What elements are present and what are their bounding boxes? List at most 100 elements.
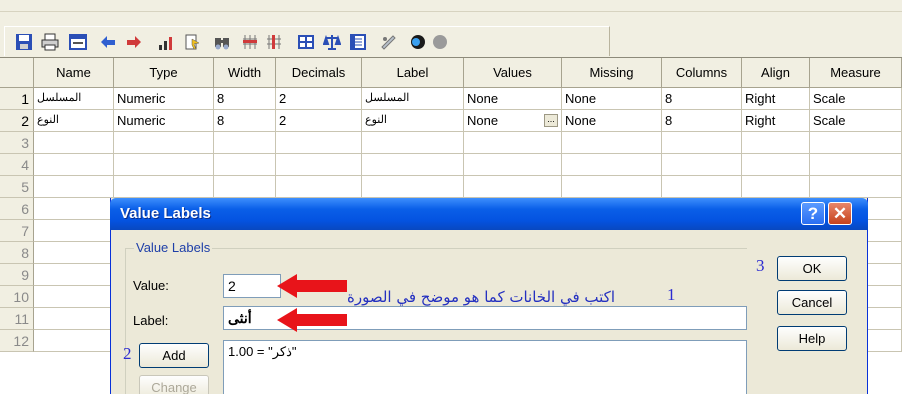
use-sets-icon[interactable] [408, 32, 428, 52]
col-header-align[interactable]: Align [742, 58, 810, 88]
col-header-decimals[interactable]: Decimals [276, 58, 362, 88]
cell-measure[interactable]: Scale [810, 88, 902, 110]
empty-cell[interactable] [742, 132, 810, 154]
cell-columns[interactable]: 8 [662, 110, 742, 132]
empty-cell[interactable] [810, 176, 902, 198]
col-header-width[interactable]: Width [214, 58, 276, 88]
col-header-measure[interactable]: Measure [810, 58, 902, 88]
values-ellipsis-button[interactable]: ... [544, 114, 558, 127]
empty-cell[interactable] [276, 154, 362, 176]
redo-icon[interactable] [124, 32, 144, 52]
value-input[interactable]: 2 [223, 274, 281, 298]
help-button[interactable]: Help [777, 326, 847, 351]
empty-cell[interactable] [34, 132, 114, 154]
row-number[interactable]: 5 [0, 176, 34, 198]
empty-cell[interactable] [810, 132, 902, 154]
empty-cell[interactable] [34, 286, 114, 308]
empty-cell[interactable] [562, 132, 662, 154]
empty-cell[interactable] [662, 176, 742, 198]
value-labels-icon[interactable] [378, 32, 398, 52]
empty-cell[interactable] [34, 330, 114, 352]
find-icon[interactable] [212, 32, 232, 52]
list-item[interactable]: 1.00 = "ذكر" [228, 344, 742, 360]
empty-cell[interactable] [34, 308, 114, 330]
row-number[interactable]: 3 [0, 132, 34, 154]
empty-cell[interactable] [34, 264, 114, 286]
empty-cell[interactable] [362, 176, 464, 198]
row-number[interactable]: 2 [0, 110, 34, 132]
empty-cell[interactable] [114, 132, 214, 154]
cell-name[interactable]: المسلسل [34, 88, 114, 110]
add-button[interactable]: Add [139, 343, 209, 368]
dialog-titlebar[interactable]: Value Labels ? ✕ [110, 198, 868, 230]
close-button[interactable]: ✕ [828, 202, 852, 225]
empty-cell[interactable] [464, 132, 562, 154]
row-number[interactable]: 7 [0, 220, 34, 242]
empty-cell[interactable] [562, 176, 662, 198]
value-labels-list[interactable]: 1.00 = "ذكر" [223, 340, 747, 394]
empty-cell[interactable] [34, 220, 114, 242]
ok-button[interactable]: OK [777, 256, 847, 281]
cell-label[interactable]: المسلسل [362, 88, 464, 110]
cell-label[interactable]: النوع [362, 110, 464, 132]
change-button[interactable]: Change [139, 375, 209, 394]
insert-cases-icon[interactable] [240, 32, 260, 52]
cell-type[interactable]: Numeric [114, 110, 214, 132]
cell-width[interactable]: 8 [214, 110, 276, 132]
insert-variable-icon[interactable] [264, 32, 284, 52]
empty-cell[interactable] [362, 154, 464, 176]
save-icon[interactable] [14, 32, 34, 52]
cell-values[interactable]: None ... [464, 110, 562, 132]
empty-cell[interactable] [742, 176, 810, 198]
goto-case-icon[interactable] [156, 32, 176, 52]
empty-cell[interactable] [114, 176, 214, 198]
empty-cell[interactable] [662, 132, 742, 154]
cell-align[interactable]: Right [742, 88, 810, 110]
show-all-icon[interactable] [430, 32, 450, 52]
cell-name[interactable]: النوع [34, 110, 114, 132]
select-cases-icon[interactable] [348, 32, 368, 52]
cell-width[interactable]: 8 [214, 88, 276, 110]
cell-measure[interactable]: Scale [810, 110, 902, 132]
empty-cell[interactable] [276, 176, 362, 198]
empty-cell[interactable] [464, 176, 562, 198]
col-header-name[interactable]: Name [34, 58, 114, 88]
empty-cell[interactable] [34, 176, 114, 198]
empty-cell[interactable] [464, 154, 562, 176]
col-header-values[interactable]: Values [464, 58, 562, 88]
cell-missing[interactable]: None [562, 110, 662, 132]
empty-cell[interactable] [34, 198, 114, 220]
row-number[interactable]: 9 [0, 264, 34, 286]
empty-cell[interactable] [34, 154, 114, 176]
weight-cases-icon[interactable] [322, 32, 342, 52]
cell-type[interactable]: Numeric [114, 88, 214, 110]
cell-missing[interactable]: None [562, 88, 662, 110]
undo-icon[interactable] [98, 32, 118, 52]
empty-cell[interactable] [214, 132, 276, 154]
empty-cell[interactable] [362, 132, 464, 154]
cell-align[interactable]: Right [742, 110, 810, 132]
cell-decimals[interactable]: 2 [276, 110, 362, 132]
row-number[interactable]: 11 [0, 308, 34, 330]
cancel-button[interactable]: Cancel [777, 290, 847, 315]
dialog-recall-icon[interactable] [68, 32, 88, 52]
empty-cell[interactable] [214, 154, 276, 176]
cell-columns[interactable]: 8 [662, 88, 742, 110]
row-number[interactable]: 4 [0, 154, 34, 176]
empty-cell[interactable] [662, 154, 742, 176]
col-header-missing[interactable]: Missing [562, 58, 662, 88]
empty-cell[interactable] [114, 154, 214, 176]
row-number[interactable]: 10 [0, 286, 34, 308]
row-number[interactable]: 12 [0, 330, 34, 352]
row-number[interactable]: 8 [0, 242, 34, 264]
empty-cell[interactable] [810, 154, 902, 176]
split-file-icon[interactable] [296, 32, 316, 52]
empty-cell[interactable] [34, 242, 114, 264]
cell-values[interactable]: None [464, 88, 562, 110]
empty-cell[interactable] [214, 176, 276, 198]
row-number[interactable]: 6 [0, 198, 34, 220]
col-header-label[interactable]: Label [362, 58, 464, 88]
cell-decimals[interactable]: 2 [276, 88, 362, 110]
row-number[interactable]: 1 [0, 88, 34, 110]
col-header-type[interactable]: Type [114, 58, 214, 88]
